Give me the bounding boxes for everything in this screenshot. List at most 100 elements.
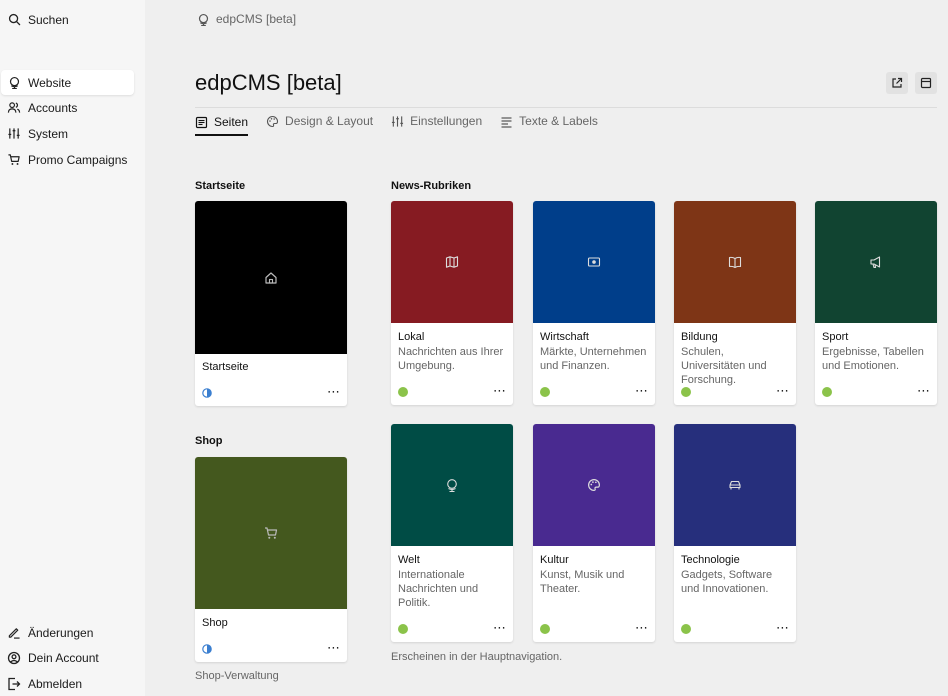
card-description: Nachrichten aus Ihrer Umgebung.: [398, 346, 504, 372]
card-title: Bildung: [681, 331, 718, 343]
preview-window-button[interactable]: [915, 72, 937, 94]
page-card-shop[interactable]: Shop ⋯: [195, 457, 347, 662]
globe-icon: [7, 76, 21, 90]
news-card-lokal[interactable]: Lokal Nachrichten aus Ihrer Umgebung. ⋯: [391, 201, 513, 405]
section-title-startseite: Startseite: [195, 180, 246, 192]
sidebar-item-logout[interactable]: Abmelden: [1, 671, 134, 696]
news-card-wirtschaft[interactable]: Wirtschaft Märkte, Unternehmen und Finan…: [533, 201, 655, 405]
status-active-indicator: [540, 387, 550, 397]
cart-icon: [7, 153, 21, 167]
page-icon: [195, 116, 208, 129]
card-thumbnail: [533, 201, 655, 323]
card-more-button[interactable]: ⋯: [635, 384, 649, 397]
money-icon: [587, 255, 601, 269]
status-active-indicator: [398, 387, 408, 397]
page-card-startseite[interactable]: Startseite ⋯: [195, 201, 347, 406]
tab-pages[interactable]: Seiten: [195, 114, 249, 136]
globe-icon: [197, 13, 210, 26]
shop-note: Shop-Verwaltung: [195, 670, 279, 682]
card-title: Welt: [398, 554, 420, 566]
sidebar-item-system[interactable]: System: [1, 121, 134, 146]
card-more-button[interactable]: ⋯: [493, 621, 507, 634]
card-description: Ergebnisse, Tabellen und Emotionen.: [822, 346, 924, 372]
search-label: Suchen: [28, 12, 69, 27]
tab-label: Design & Layout: [285, 114, 374, 128]
card-title: Shop: [202, 617, 228, 629]
sidebar-item-label: Dein Account: [28, 650, 99, 665]
card-more-button[interactable]: ⋯: [776, 384, 790, 397]
news-card-technologie[interactable]: Technologie Gadgets, Software und Innova…: [674, 424, 796, 642]
card-more-button[interactable]: ⋯: [917, 384, 931, 397]
card-title: Sport: [822, 331, 849, 343]
page-title: edpCMS [beta]: [195, 70, 342, 95]
card-more-button[interactable]: ⋯: [327, 641, 341, 654]
logout-icon: [7, 677, 21, 691]
card-title: Wirtschaft: [540, 331, 589, 343]
text-icon: [500, 115, 513, 128]
sidebar-item-promo-campaigns[interactable]: Promo Campaigns: [1, 147, 134, 172]
card-description: Schulen, Universitäten und Forschung.: [681, 346, 767, 386]
sidebar-item-label: Promo Campaigns: [28, 152, 128, 167]
news-card-welt[interactable]: Welt Internationale Nachrichten und Poli…: [391, 424, 513, 642]
sliders-icon: [391, 115, 404, 128]
main-content: edpCMS [beta] edpCMS [beta] Seiten Desig…: [145, 0, 948, 696]
external-link-icon: [891, 77, 903, 89]
map-icon: [445, 255, 459, 269]
sidebar-item-label: Abmelden: [28, 676, 83, 691]
card-description: Internationale Nachrichten und Politik.: [398, 569, 479, 609]
palette-icon: [266, 115, 279, 128]
sidebar-item-accounts[interactable]: Accounts: [1, 95, 134, 120]
search-button[interactable]: Suchen: [1, 7, 134, 32]
sliders-icon: [7, 127, 21, 141]
tab-texts-labels[interactable]: Texte & Labels: [500, 114, 598, 132]
card-thumbnail: [674, 201, 796, 323]
user-circle-icon: [7, 651, 21, 665]
tab-settings[interactable]: Einstellungen: [391, 114, 482, 132]
status-active-indicator: [681, 624, 691, 634]
status-active-indicator: [398, 624, 408, 634]
sidebar-item-label: Änderungen: [28, 625, 94, 640]
section-title-shop: Shop: [195, 435, 223, 447]
breadcrumb[interactable]: edpCMS [beta]: [197, 11, 296, 27]
search-icon: [7, 13, 21, 27]
tab-design-layout[interactable]: Design & Layout: [266, 114, 373, 132]
news-card-kultur[interactable]: Kultur Kunst, Musik und Theater. ⋯: [533, 424, 655, 642]
card-title: Technologie: [681, 554, 740, 566]
card-more-button[interactable]: ⋯: [493, 384, 507, 397]
tab-bar: Seiten Design & Layout Einstellungen Tex…: [195, 114, 616, 144]
status-active-indicator: [822, 387, 832, 397]
card-more-button[interactable]: ⋯: [327, 385, 341, 398]
section-title-news: News-Rubriken: [391, 180, 472, 192]
pencil-icon: [7, 626, 21, 640]
car-icon: [728, 478, 742, 492]
card-more-button[interactable]: ⋯: [635, 621, 649, 634]
home-icon: [264, 271, 278, 285]
sidebar: Suchen Website Accounts System Promo Cam…: [0, 0, 145, 696]
card-thumbnail: [195, 457, 347, 609]
book-icon: [728, 255, 742, 269]
card-thumbnail: [391, 424, 513, 546]
card-thumbnail: [674, 424, 796, 546]
palette-icon: [587, 478, 601, 492]
card-title: Startseite: [202, 361, 249, 373]
tab-label: Seiten: [214, 115, 249, 129]
card-description: Gadgets, Software und Innovationen.: [681, 569, 773, 595]
card-thumbnail: [195, 201, 347, 354]
news-card-bildung[interactable]: Bildung Schulen, Universitäten und Forsc…: [674, 201, 796, 405]
sidebar-item-changes[interactable]: Änderungen: [1, 620, 134, 645]
news-card-sport[interactable]: Sport Ergebnisse, Tabellen und Emotionen…: [815, 201, 937, 405]
users-icon: [7, 101, 21, 115]
card-title: Kultur: [540, 554, 569, 566]
status-half-icon: [202, 644, 212, 654]
open-external-button[interactable]: [886, 72, 908, 94]
sidebar-item-website[interactable]: Website: [1, 70, 134, 95]
breadcrumb-label: edpCMS [beta]: [216, 12, 297, 26]
sidebar-item-label: System: [28, 126, 69, 141]
card-thumbnail: [533, 424, 655, 546]
sidebar-item-my-account[interactable]: Dein Account: [1, 645, 134, 670]
sidebar-item-label: Accounts: [28, 100, 78, 115]
card-title: Lokal: [398, 331, 425, 343]
megaphone-icon: [869, 255, 883, 269]
header-divider: [195, 107, 937, 108]
card-more-button[interactable]: ⋯: [776, 621, 790, 634]
